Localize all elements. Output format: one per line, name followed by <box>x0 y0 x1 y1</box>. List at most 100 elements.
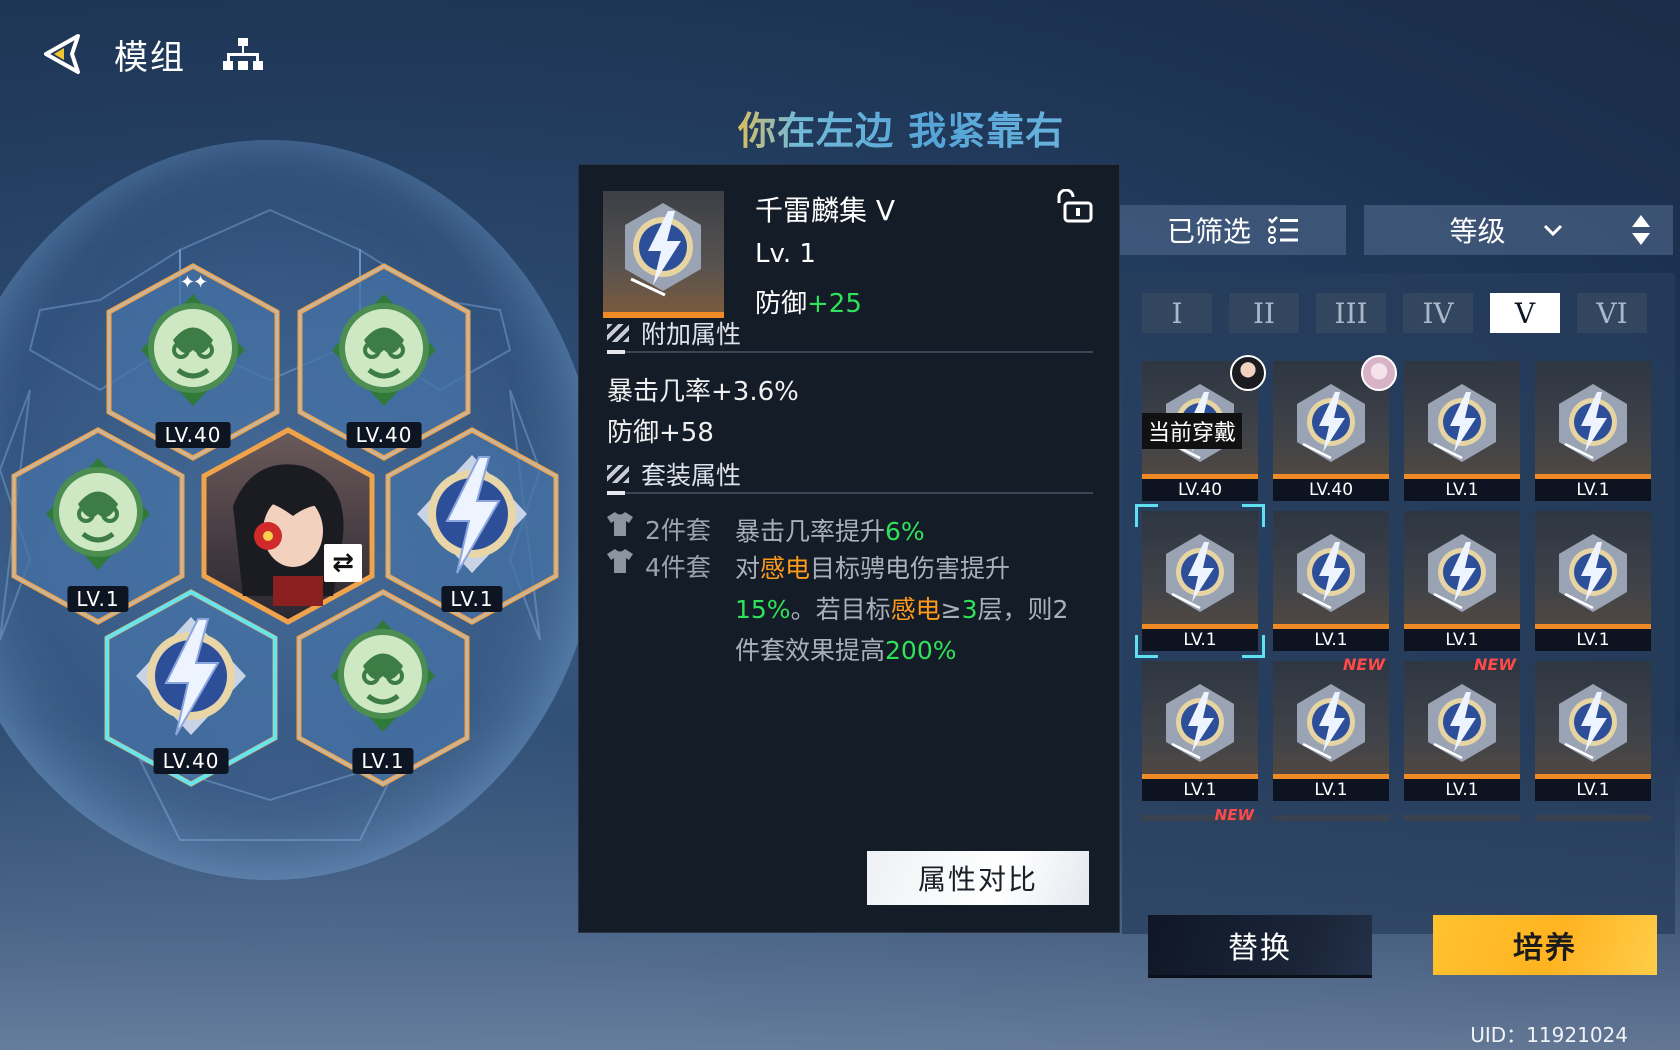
compare-attributes-button[interactable]: 属性对比 <box>867 851 1089 905</box>
set-2-value: 6% <box>885 517 925 546</box>
set-4-value: 200% <box>885 636 957 665</box>
thunder-module-icon <box>1551 380 1635 468</box>
thunder-module-icon <box>1420 530 1504 618</box>
thunder-module-icon <box>1289 380 1373 468</box>
lock-toggle[interactable] <box>1053 188 1093 227</box>
cell-level: LV.1 <box>1404 479 1520 501</box>
uid-label: UID：11921024 <box>1470 1023 1628 1047</box>
filter-list-icon <box>1268 216 1298 244</box>
thunder-module-icon <box>1289 680 1373 768</box>
module-cell[interactable]: LV.1 <box>1404 511 1520 651</box>
set-4-text: 对 <box>735 554 761 583</box>
extra-attr-title-text: 附加属性 <box>641 320 742 349</box>
slot-level: LV.1 <box>352 748 414 774</box>
thunder-module-icon <box>1551 680 1635 768</box>
hierarchy-button[interactable] <box>218 29 268 79</box>
tab-rank-1[interactable]: I <box>1142 293 1212 333</box>
module-cell[interactable]: LV.1 <box>1535 661 1651 801</box>
next-row-peek: NEW <box>1142 806 1669 821</box>
character-portrait-icon <box>233 464 344 606</box>
sort-order-button[interactable] <box>1609 205 1673 255</box>
owner-avatar <box>1230 355 1266 391</box>
green-emblem-icon <box>332 294 436 406</box>
module-cell[interactable]: LV.1 <box>1404 361 1520 501</box>
set-2-text: 暴击几率提升 <box>735 517 886 546</box>
module-cell-peek[interactable] <box>1404 815 1520 821</box>
new-badge: NEW <box>1214 806 1254 820</box>
module-cell-peek[interactable] <box>1273 815 1389 821</box>
set-4-label: 4件套 <box>645 553 711 582</box>
filter-button[interactable]: 已筛选 <box>1120 205 1346 255</box>
main-stat-label: 防御 <box>755 289 808 319</box>
back-button[interactable] <box>36 28 88 80</box>
cell-level: LV.1 <box>1273 629 1389 651</box>
cell-level: LV.1 <box>1535 779 1651 801</box>
module-list-panel: 已筛选 等级 I II III IV V VI LV.40 当前穿戴 LV.40… <box>1120 205 1675 975</box>
thunder-module-icon <box>1420 380 1504 468</box>
extra-attr-2: 防御+58 <box>607 418 714 448</box>
train-button[interactable]: 培养 <box>1433 915 1657 975</box>
set-bonus-2: 2件套 暴击几率提升6% <box>605 511 1090 552</box>
module-cell[interactable]: LV.40 <box>1273 355 1397 501</box>
top-bar: 模组 <box>36 28 268 80</box>
tab-rank-2[interactable]: II <box>1229 293 1299 333</box>
page-title: 模组 <box>114 37 186 78</box>
replace-button[interactable]: 替换 <box>1148 915 1372 975</box>
thunder-emblem-icon <box>136 617 246 736</box>
module-grid: LV.40 当前穿戴 LV.40 LV.1 LV.1 LV.1 LV.1 LV.1 LV.1 LV… <box>1135 355 1651 801</box>
tab-rank-3[interactable]: III <box>1316 293 1386 333</box>
module-detail-panel: 千雷麟集 V Lv. 1 防御+25 附加属性 暴击几率+3.6% 防御+58 … <box>578 164 1120 933</box>
set-4-value: 3 <box>961 595 978 624</box>
module-cell[interactable]: LV.1 <box>1135 504 1265 658</box>
sort-dropdown[interactable]: 等级 <box>1364 205 1609 255</box>
main-stat-value: +25 <box>807 289 862 319</box>
cell-level: LV.40 <box>1142 479 1258 501</box>
selection-frame <box>1135 504 1265 658</box>
set-4-text: 目标骋电伤害提升 <box>810 554 1011 583</box>
module-name: 千雷麟集 V <box>755 194 896 227</box>
section-mark-icon <box>607 324 629 342</box>
cell-level: LV.1 <box>1273 779 1389 801</box>
green-emblem-icon <box>331 620 435 732</box>
set-4-keyword: 感电 <box>890 595 941 624</box>
tab-rank-5[interactable]: V <box>1490 293 1560 333</box>
module-cell[interactable]: LV.1 NEW <box>1404 655 1520 801</box>
set-4-text: ≥ <box>940 595 962 624</box>
swap-icon[interactable]: ⇄ <box>324 544 362 582</box>
set-4-desc: 对感电目标骋电伤害提升15%。若目标感电≥3层，则2件套效果提高200% <box>735 548 1090 671</box>
module-slot-6[interactable]: LV.40 <box>103 588 279 788</box>
cell-level: LV.1 <box>1404 629 1520 651</box>
set-4-keyword: 感电 <box>760 554 811 583</box>
new-badge: NEW <box>1343 655 1385 674</box>
tab-rank-4[interactable]: IV <box>1403 293 1473 333</box>
slot-level: LV.40 <box>153 748 229 774</box>
thunder-module-icon <box>1289 530 1373 618</box>
set-bonus-4: 4件套 对感电目标骋电伤害提升15%。若目标感电≥3层，则2件套效果提高200% <box>605 548 1090 671</box>
rank-tabs: I II III IV V VI <box>1142 293 1647 333</box>
module-cell-peek[interactable]: NEW <box>1142 806 1258 821</box>
thunder-module-icon <box>1420 680 1504 768</box>
shirt-icon <box>605 548 635 671</box>
module-cell[interactable]: LV.1 <box>1535 511 1651 651</box>
extra-attr-title: 附加属性 <box>607 315 741 351</box>
filter-label: 已筛选 <box>1166 215 1251 248</box>
tab-rank-6[interactable]: VI <box>1577 293 1647 333</box>
module-cell[interactable]: LV.40 当前穿戴 <box>1142 355 1266 501</box>
module-cell-peek[interactable] <box>1535 815 1651 821</box>
back-arrow-icon <box>44 34 80 74</box>
set-2-desc: 暴击几率提升6% <box>735 511 1090 552</box>
thunder-module-icon <box>1551 530 1635 618</box>
thunder-emblem-icon <box>417 455 527 574</box>
set-4-value: 15% <box>735 595 791 624</box>
module-cell[interactable]: LV.1 <box>1142 661 1258 801</box>
chevron-down-icon <box>1543 224 1562 237</box>
module-slot-7[interactable]: LV.1 <box>295 588 471 788</box>
shirt-icon <box>605 511 635 552</box>
module-cell[interactable]: LV.1 <box>1535 361 1651 501</box>
owner-avatar <box>1361 355 1397 391</box>
module-cell[interactable]: LV.1 NEW <box>1273 655 1389 801</box>
thunder-module-icon <box>625 203 701 297</box>
section-divider <box>607 350 1093 354</box>
new-badge: NEW <box>1474 655 1516 674</box>
module-cell[interactable]: LV.1 <box>1273 511 1389 651</box>
